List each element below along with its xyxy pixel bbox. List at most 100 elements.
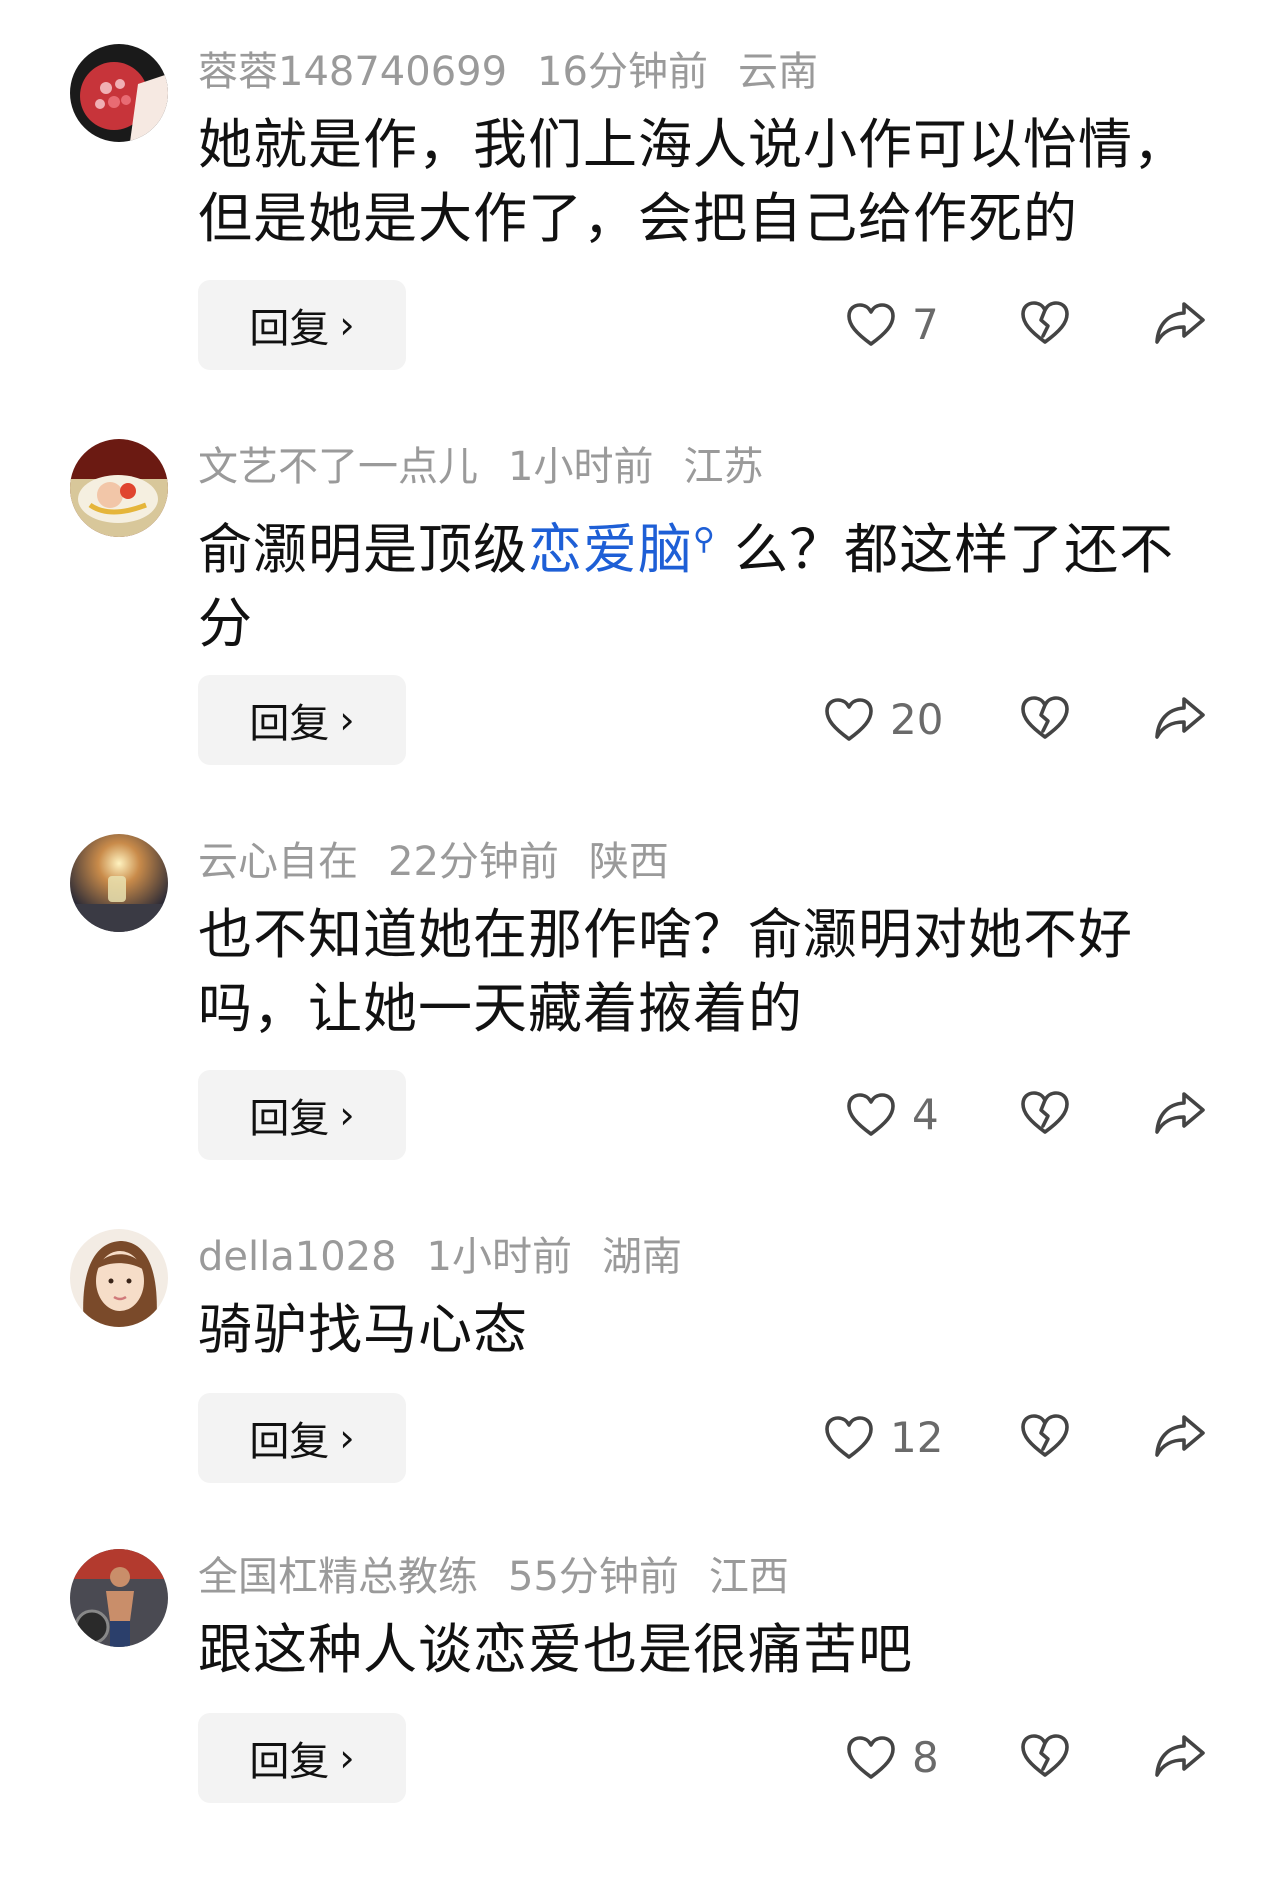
chevron-right-icon: › <box>339 1093 355 1137</box>
share-arrow-icon <box>1155 302 1205 344</box>
comment-text-line: 分 <box>198 592 253 655</box>
timestamp: 1小时前 <box>508 444 654 490</box>
reply-button[interactable]: 回复 › <box>198 1713 406 1803</box>
avatar[interactable] <box>70 439 168 537</box>
comment-text: 跟这种人谈恋爱也是很痛苦吧 <box>198 1613 1208 1687</box>
location: 江苏 <box>683 444 764 490</box>
share-button[interactable] <box>1154 1413 1206 1459</box>
comment-text-line: 但是她是大作了，会把自己给作死的 <box>198 187 1078 250</box>
comment-meta: della1028 1小时前 湖南 <box>198 1229 712 1285</box>
share-arrow-icon <box>1155 1415 1205 1457</box>
food-plate-avatar-icon <box>70 439 168 537</box>
comment-text-segment: 俞灏明是顶级 <box>198 518 528 581</box>
like-count: 7 <box>912 300 939 349</box>
comment-meta: 文艺不了一点儿 1小时前 江苏 <box>198 439 793 495</box>
comment-text: 也不知道她在那作啥？俞灏明对她不好 吗，让她一天藏着掖着的 <box>198 898 1208 1046</box>
like-count: 4 <box>912 1090 939 1139</box>
timestamp: 1小时前 <box>426 1234 572 1280</box>
like-button[interactable]: 12 <box>824 1413 943 1462</box>
comment-text-line: 她就是作，我们上海人说小作可以怡情， <box>198 113 1188 176</box>
timestamp: 55分钟前 <box>508 1554 679 1600</box>
pomegranate-avatar-icon <box>70 44 168 142</box>
share-button[interactable] <box>1154 1090 1206 1136</box>
reply-button[interactable]: 回复 › <box>198 1070 406 1160</box>
dislike-button[interactable] <box>1020 1090 1070 1136</box>
share-button[interactable] <box>1154 300 1206 346</box>
chevron-right-icon: › <box>339 1416 355 1460</box>
comment-text-segment: 么？都这样了还不 <box>734 518 1175 581</box>
username[interactable]: 全国杠精总教练 <box>198 1554 478 1600</box>
share-arrow-icon <box>1155 1092 1205 1134</box>
comment-text-line: 俞灏明是顶级恋爱脑⚲ 么？都这样了还不 <box>198 503 1208 587</box>
like-count: 20 <box>890 695 944 744</box>
keyword-link-text: 恋爱脑 <box>528 518 693 581</box>
broken-heart-icon <box>1021 1734 1069 1777</box>
like-count: 12 <box>890 1413 944 1462</box>
share-arrow-icon <box>1155 1735 1205 1777</box>
reply-button[interactable]: 回复 › <box>198 280 406 370</box>
reply-label: 回复 <box>249 1739 330 1785</box>
comment-meta: 云心自在 22分钟前 陕西 <box>198 834 699 890</box>
avatar[interactable] <box>70 44 168 142</box>
heart-icon <box>825 1415 873 1459</box>
username[interactable]: 蓉蓉148740699 <box>198 49 507 95</box>
username[interactable]: 云心自在 <box>198 839 358 885</box>
dislike-button[interactable] <box>1020 300 1070 346</box>
comment-item: 全国杠精总教练 55分钟前 江西 跟这种人谈恋爱也是很痛苦吧 回复 › 8 <box>0 1505 1276 1885</box>
like-count: 8 <box>912 1733 939 1782</box>
comment-meta: 全国杠精总教练 55分钟前 江西 <box>198 1549 819 1605</box>
dislike-button[interactable] <box>1020 695 1070 741</box>
chevron-right-icon: › <box>339 698 355 742</box>
avatar[interactable] <box>70 834 168 932</box>
search-icon: ⚲ <box>693 522 716 557</box>
location: 云南 <box>737 49 818 95</box>
dislike-button[interactable] <box>1020 1733 1070 1779</box>
location: 湖南 <box>602 1234 682 1280</box>
comment-text-line: 吗，让她一天藏着掖着的 <box>198 977 803 1040</box>
like-button[interactable]: 20 <box>824 695 943 744</box>
like-button[interactable]: 7 <box>846 300 939 349</box>
comment-item: 云心自在 22分钟前 陕西 也不知道她在那作啥？俞灏明对她不好 吗，让她一天藏着掖着… <box>0 790 1276 1170</box>
share-arrow-icon <box>1155 697 1205 739</box>
like-button[interactable]: 8 <box>846 1733 939 1782</box>
keyword-search-link[interactable]: 恋爱脑⚲ <box>528 518 716 581</box>
reply-label: 回复 <box>249 1419 330 1465</box>
comment-text-line: 也不知道她在那作啥？俞灏明对她不好 <box>198 903 1133 966</box>
location: 江西 <box>708 1554 789 1600</box>
reply-button[interactable]: 回复 › <box>198 1393 406 1483</box>
reply-label: 回复 <box>249 701 330 747</box>
share-button[interactable] <box>1154 695 1206 741</box>
heart-icon <box>847 1735 895 1779</box>
heart-icon <box>847 302 895 346</box>
dislike-button[interactable] <box>1020 1413 1070 1459</box>
timestamp: 22分钟前 <box>388 839 559 885</box>
avatar[interactable] <box>70 1229 168 1327</box>
comment-text: 俞灏明是顶级恋爱脑⚲ 么？都这样了还不 分 <box>198 503 1208 661</box>
username[interactable]: della1028 <box>198 1234 397 1280</box>
comment-meta: 蓉蓉148740699 16分钟前 云南 <box>198 44 848 100</box>
share-button[interactable] <box>1154 1733 1206 1779</box>
like-button[interactable]: 4 <box>846 1090 939 1139</box>
gym-man-avatar-icon <box>70 1549 168 1647</box>
comment-item: 蓉蓉148740699 16分钟前 云南 她就是作，我们上海人说小作可以怡情， 但是… <box>0 0 1276 380</box>
heart-icon <box>847 1092 895 1136</box>
heart-icon <box>825 697 873 741</box>
location: 陕西 <box>588 839 669 885</box>
comment-text-line: 跟这种人谈恋爱也是很痛苦吧 <box>198 1618 913 1681</box>
comment-text: 她就是作，我们上海人说小作可以怡情， 但是她是大作了，会把自己给作死的 <box>198 108 1208 256</box>
sunset-glass-avatar-icon <box>70 834 168 932</box>
timestamp: 16分钟前 <box>537 49 708 95</box>
woman-portrait-avatar-icon <box>70 1229 168 1327</box>
reply-label: 回复 <box>249 1096 330 1142</box>
chevron-right-icon: › <box>339 303 355 347</box>
avatar[interactable] <box>70 1549 168 1647</box>
broken-heart-icon <box>1021 1091 1069 1134</box>
username[interactable]: 文艺不了一点儿 <box>198 444 478 490</box>
comment-text: 骑驴找马心态 <box>198 1293 1208 1367</box>
broken-heart-icon <box>1021 696 1069 739</box>
broken-heart-icon <box>1021 1414 1069 1457</box>
broken-heart-icon <box>1021 301 1069 344</box>
reply-label: 回复 <box>249 306 330 352</box>
comment-item: 文艺不了一点儿 1小时前 江苏 俞灏明是顶级恋爱脑⚲ 么？都这样了还不 分 回复 › … <box>0 395 1276 775</box>
reply-button[interactable]: 回复 › <box>198 675 406 765</box>
